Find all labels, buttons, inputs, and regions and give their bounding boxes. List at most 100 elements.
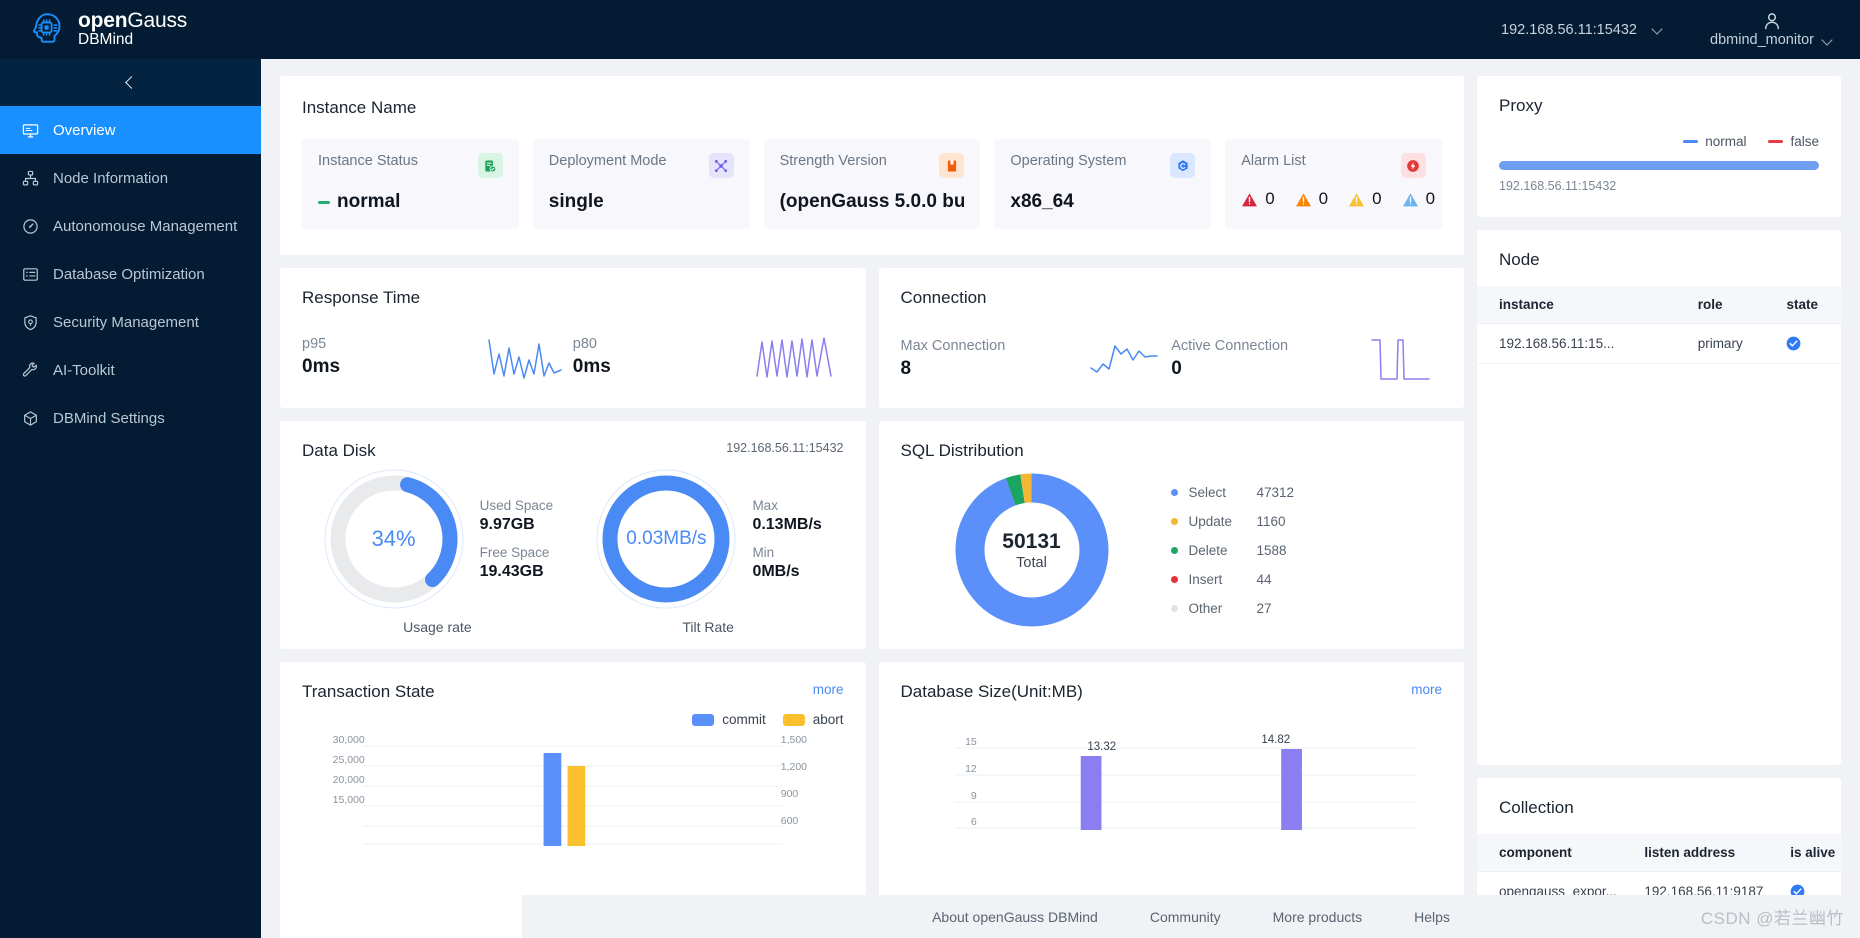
legend-label: false bbox=[1790, 134, 1819, 149]
footer-link-about[interactable]: About openGauss DBMind bbox=[932, 909, 1098, 925]
database-size-more-link[interactable]: more bbox=[1411, 682, 1442, 697]
panel-title: Response Time bbox=[302, 288, 421, 307]
brand-line1: openGauss bbox=[78, 9, 188, 33]
main-content: Instance Name Instance Status normal Dep… bbox=[261, 59, 1860, 938]
user-menu[interactable]: dbmind_monitor bbox=[1710, 11, 1834, 48]
usage-stats: Used Space 9.97GB Free Space 19.43GB bbox=[480, 498, 554, 581]
footer-link-more-products[interactable]: More products bbox=[1273, 909, 1362, 925]
monitor-icon bbox=[21, 121, 39, 139]
legend-label: Insert bbox=[1188, 571, 1223, 587]
user-avatar-icon bbox=[1765, 13, 1779, 30]
sidebar-item-label: Autonomouse Management bbox=[53, 217, 238, 235]
cell-role: primary bbox=[1683, 323, 1773, 364]
legend-item-normal[interactable]: normal bbox=[1683, 134, 1746, 149]
sidebar-item-ai-toolkit[interactable]: AI-Toolkit bbox=[0, 346, 261, 394]
transaction-more-link[interactable]: more bbox=[813, 682, 844, 697]
sidebar: Overview Node Information Autonomouse Ma… bbox=[0, 59, 261, 938]
panel-title: Transaction State bbox=[302, 682, 435, 701]
p95-sparkline bbox=[487, 332, 563, 382]
legend-item-false[interactable]: false bbox=[1768, 134, 1819, 149]
max-connection-sparkline bbox=[1089, 334, 1161, 384]
footer: About openGauss DBMind Community More pr… bbox=[522, 895, 1860, 938]
metric-value: 0ms bbox=[302, 356, 341, 377]
axis-tick-right: 1,500 bbox=[781, 734, 807, 746]
legend-dot-icon bbox=[1170, 546, 1178, 554]
sidebar-item-label: Database Optimization bbox=[53, 265, 205, 283]
list-box-icon bbox=[21, 265, 39, 283]
card-head: Strength Version bbox=[780, 153, 965, 178]
axis-tick: 12 bbox=[965, 763, 977, 775]
sidebar-item-security-management[interactable]: Security Management bbox=[0, 298, 261, 346]
chip-icon bbox=[1170, 153, 1196, 178]
cube-icon bbox=[21, 409, 39, 427]
sidebar-item-autonomouse-management[interactable]: Autonomouse Management bbox=[0, 202, 261, 250]
active-connection-sparkline bbox=[1370, 332, 1432, 386]
donut-total-value: 50131 bbox=[1002, 529, 1061, 553]
data-disk-panel: Data Disk 192.168.56.11:15432 34% Used S… bbox=[280, 421, 866, 649]
sidebar-item-label: DBMind Settings bbox=[53, 409, 165, 427]
panel-head: Database Size(Unit:MB) more bbox=[901, 682, 1443, 702]
instance-cards: Instance Status normal Deployment Mode s… bbox=[302, 139, 1442, 229]
sidebar-item-node-information[interactable]: Node Information bbox=[0, 154, 261, 202]
instance-status-card[interactable]: Instance Status normal bbox=[302, 139, 519, 229]
legend-item-commit[interactable]: commit bbox=[692, 712, 766, 727]
tilt-rate-gauge-wrap: 0.03MB/s Max 0.13MB/s Min 0MB/s Tilt Rat… bbox=[573, 467, 844, 635]
metric-p95: p95 0ms bbox=[302, 332, 573, 382]
legend-item-update[interactable]: Update 1160 bbox=[1170, 507, 1295, 536]
opengauss-logo-icon bbox=[32, 12, 61, 43]
column-header-role: role bbox=[1683, 286, 1773, 324]
top-bar: openGauss DBMind 192.168.56.11:15432 dbm… bbox=[0, 0, 1860, 59]
gauge-caption: Usage rate bbox=[403, 619, 472, 635]
brand-text: openGauss DBMind bbox=[78, 10, 187, 49]
host-value: 192.168.56.11:15432 bbox=[1501, 21, 1638, 38]
operating-system-card[interactable]: Operating System x86_64 bbox=[994, 139, 1212, 229]
host-selector[interactable]: 192.168.56.11:15432 bbox=[1501, 22, 1664, 38]
bar-data-label: 13.32 bbox=[1087, 741, 1116, 753]
sql-distribution-panel: SQL Distribution 50131 Total Select 4731… bbox=[878, 421, 1464, 649]
chevron-down-icon bbox=[1823, 35, 1834, 46]
sidebar-collapse-button[interactable] bbox=[0, 59, 261, 106]
dashboard-root: openGauss DBMind 192.168.56.11:15432 dbm… bbox=[0, 0, 1860, 938]
legend-item-other[interactable]: Other 27 bbox=[1170, 594, 1295, 623]
legend-label: Delete bbox=[1188, 542, 1228, 558]
alarm-count: 0 bbox=[1372, 189, 1382, 208]
legend-item-delete[interactable]: Delete 1588 bbox=[1170, 536, 1295, 565]
legend-item-insert[interactable]: Insert 44 bbox=[1170, 565, 1295, 594]
gauge-center-value: 0.03MB/s bbox=[626, 528, 707, 549]
card-value: x86_64 bbox=[1010, 191, 1074, 212]
cell-instance: 192.168.56.11:15... bbox=[1477, 323, 1684, 364]
collection-table-head: component listen address is alive bbox=[1477, 834, 1841, 872]
card-head: Deployment Mode bbox=[549, 153, 734, 178]
sidebar-item-overview[interactable]: Overview bbox=[0, 106, 261, 154]
footer-link-community[interactable]: Community bbox=[1150, 909, 1221, 925]
metric-key: Active Connection bbox=[1171, 338, 1289, 354]
node-panel: Node instance role state 192.168.56.11:1… bbox=[1477, 230, 1841, 765]
legend-item-select[interactable]: Select 47312 bbox=[1170, 478, 1294, 507]
footer-link-helps[interactable]: Helps bbox=[1414, 909, 1450, 925]
nodes-icon bbox=[708, 153, 734, 178]
strength-version-card[interactable]: Strength Version (openGauss 5.0.0 bui... bbox=[763, 139, 981, 229]
sql-legend: Select 47312 Update 1160 Delete 1588 Ins… bbox=[1170, 478, 1295, 623]
alarm-level-minor: 0 bbox=[1348, 189, 1382, 209]
alarm-list-card[interactable]: Alarm List 0 0 0 0 bbox=[1225, 139, 1442, 229]
disk-gauges: 34% Used Space 9.97GB Free Space 19.43GB bbox=[302, 467, 844, 635]
axis-tick-left: 20,000 bbox=[333, 774, 365, 786]
brand-logo-area[interactable]: openGauss DBMind bbox=[0, 10, 261, 50]
sidebar-nav: Overview Node Information Autonomouse Ma… bbox=[0, 106, 261, 442]
tilt-stats: Max 0.13MB/s Min 0MB/s bbox=[752, 498, 821, 581]
sidebar-item-database-optimization[interactable]: Database Optimization bbox=[0, 250, 261, 298]
table-row[interactable]: 192.168.56.11:15... primary bbox=[1477, 323, 1841, 364]
alarm-triangle-icon bbox=[1349, 192, 1365, 206]
metric-text: p95 0ms bbox=[302, 336, 340, 378]
card-value: single bbox=[548, 191, 604, 212]
legend-item-abort[interactable]: abort bbox=[782, 712, 844, 727]
card-label: Operating System bbox=[1010, 153, 1127, 169]
card-label: Deployment Mode bbox=[548, 153, 667, 169]
user-name-row: dbmind_monitor bbox=[1710, 32, 1834, 48]
deployment-mode-card[interactable]: Deployment Mode single bbox=[532, 139, 750, 229]
sidebar-item-dbmind-settings[interactable]: DBMind Settings bbox=[0, 394, 261, 442]
node-table: instance role state 192.168.56.11:15... … bbox=[1477, 286, 1841, 364]
proxy-status-bar[interactable] bbox=[1499, 161, 1819, 170]
transaction-legend: commit abort bbox=[302, 712, 844, 727]
legend-value: 27 bbox=[1256, 600, 1272, 616]
